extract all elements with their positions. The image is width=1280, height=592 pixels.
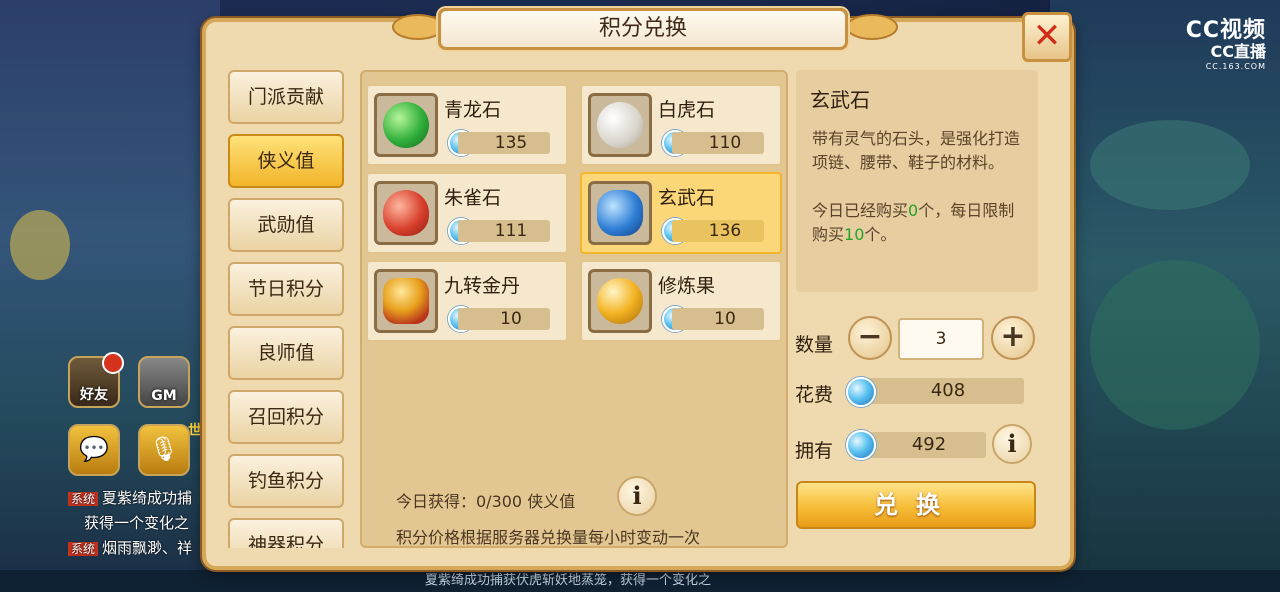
- white-tiger-stone-icon: [588, 93, 652, 157]
- dialog-title: 积分兑换: [438, 8, 848, 50]
- notification-dot: [102, 352, 124, 374]
- chat-text: 获得一个变化之: [84, 514, 190, 532]
- cost-label: 花费: [795, 384, 834, 406]
- quantity-label: 数量: [795, 334, 834, 356]
- earned-info-button[interactable]: i: [617, 476, 657, 516]
- tab-merit[interactable]: 武勋值: [228, 198, 344, 252]
- system-tag: 系统: [68, 542, 99, 556]
- tab-sect-contribution[interactable]: 门派贡献: [228, 70, 344, 124]
- quantity-input[interactable]: 3: [898, 318, 984, 360]
- tab-mentor[interactable]: 良师值: [228, 326, 344, 380]
- background-wheel: [1090, 120, 1250, 210]
- category-tabs: 门派贡献 侠义值 武勋值 节日积分 良师值 召回积分 钓鱼积分 神器积分: [228, 70, 350, 548]
- owned-label: 拥有: [795, 440, 834, 462]
- golden-elixir-icon: [374, 269, 438, 333]
- item-name: 青龙石: [444, 99, 502, 121]
- item-xuanwu-stone[interactable]: 玄武石 136: [580, 172, 782, 254]
- item-detail-panel: 玄武石 带有灵气的石头，是强化打造项链、腰带、鞋子的材料。 今日已经购买0个，每…: [796, 70, 1038, 292]
- tab-chivalry[interactable]: 侠义值: [228, 134, 344, 188]
- plus-icon: +: [1000, 319, 1026, 354]
- limit-max: 10: [844, 225, 865, 244]
- item-name: 九转金丹: [444, 275, 521, 297]
- chat-line-2: 获得一个变化之: [84, 512, 189, 533]
- today-earned-text: 今日获得：0/300 侠义值: [396, 492, 576, 511]
- chat-bubble-button[interactable]: 💬: [68, 424, 120, 476]
- voice-button[interactable]: 🎙 世: [138, 423, 202, 476]
- price-note-text: 积分价格根据服务器兑换量每小时变动一次: [396, 528, 701, 547]
- background-glow: [1090, 260, 1260, 430]
- item-price: 111: [458, 220, 550, 242]
- item-price: 136: [672, 220, 764, 242]
- chat-bubble-icon: 💬: [79, 435, 109, 463]
- minus-icon: −: [857, 319, 883, 354]
- title-ornament-left: [392, 14, 444, 40]
- item-baihu-stone[interactable]: 白虎石 110: [580, 84, 782, 166]
- gm-button[interactable]: GM: [138, 356, 190, 408]
- close-button[interactable]: ✕: [1022, 12, 1072, 62]
- limit-post: 个。: [864, 225, 897, 244]
- item-name: 修炼果: [658, 275, 716, 297]
- black-tortoise-stone-icon: [588, 181, 652, 245]
- info-icon: i: [632, 481, 642, 510]
- items-panel: 青龙石 135 白虎石 110 朱雀石 111 玄武石 136 九转金丹 10 …: [360, 70, 788, 548]
- limit-bought: 0: [908, 201, 919, 220]
- cc-watermark: CC视频 CC直播 CC.163.COM: [1186, 12, 1266, 71]
- item-zhuque-stone[interactable]: 朱雀石 111: [366, 172, 568, 254]
- friends-label: 好友: [80, 387, 108, 403]
- bottom-ticker: 夏紫绮成功捕获伏虎斩妖地蒸笼，获得一个变化之: [0, 570, 1280, 592]
- chat-line-1: 系统 夏紫绮成功捕: [68, 487, 192, 508]
- background-lantern: [10, 210, 70, 280]
- microphone-icon: 🎙: [148, 435, 180, 463]
- item-name: 白虎石: [658, 99, 716, 121]
- cultivation-fruit-icon: [588, 269, 652, 333]
- info-icon: i: [1007, 429, 1017, 458]
- gm-label: GM: [151, 388, 177, 404]
- detail-title: 玄武石: [810, 88, 870, 112]
- chat-text: 烟雨飘渺、祥: [102, 539, 193, 557]
- owned-orb-icon: [846, 430, 876, 460]
- detail-description: 带有灵气的石头，是强化打造项链、腰带、鞋子的材料。: [812, 129, 1021, 172]
- friends-button[interactable]: 好友: [68, 352, 124, 408]
- tab-artifact-points[interactable]: 神器积分: [228, 518, 344, 548]
- owned-value: 492: [862, 432, 986, 458]
- item-jiuzhuan-jindan[interactable]: 九转金丹 10: [366, 260, 568, 342]
- limit-pre: 今日已经购买: [812, 201, 909, 220]
- cc-logo-url: CC.163.COM: [1205, 62, 1266, 71]
- exchange-button[interactable]: 兑换: [796, 481, 1036, 529]
- decrease-quantity-button[interactable]: −: [848, 316, 892, 360]
- tab-fishing-points[interactable]: 钓鱼积分: [228, 454, 344, 508]
- chat-line-3: 系统 烟雨飘渺、祥: [68, 537, 192, 558]
- close-icon: ✕: [1032, 16, 1062, 56]
- chat-text: 夏紫绮成功捕: [102, 489, 193, 507]
- item-price: 10: [458, 308, 550, 330]
- world-label: 世: [188, 423, 202, 439]
- item-price: 135: [458, 132, 550, 154]
- item-name: 玄武石: [658, 187, 716, 209]
- system-tag: 系统: [68, 492, 99, 506]
- green-dragon-stone-icon: [374, 93, 438, 157]
- item-name: 朱雀石: [444, 187, 502, 209]
- title-ornament-right: [846, 14, 898, 40]
- tab-festival-points[interactable]: 节日积分: [228, 262, 344, 316]
- cost-value: 408: [862, 378, 1024, 404]
- item-xiulian-guo[interactable]: 修炼果 10: [580, 260, 782, 342]
- tab-recall-points[interactable]: 召回积分: [228, 390, 344, 444]
- item-qinglong-stone[interactable]: 青龙石 135: [366, 84, 568, 166]
- item-price: 110: [672, 132, 764, 154]
- vermilion-bird-stone-icon: [374, 181, 438, 245]
- purchase-limit-text: 今日已经购买0个，每日限制购买10个。: [810, 199, 1024, 247]
- item-price: 10: [672, 308, 764, 330]
- increase-quantity-button[interactable]: +: [991, 316, 1035, 360]
- owned-info-button[interactable]: i: [992, 424, 1032, 464]
- cost-orb-icon: [846, 377, 876, 407]
